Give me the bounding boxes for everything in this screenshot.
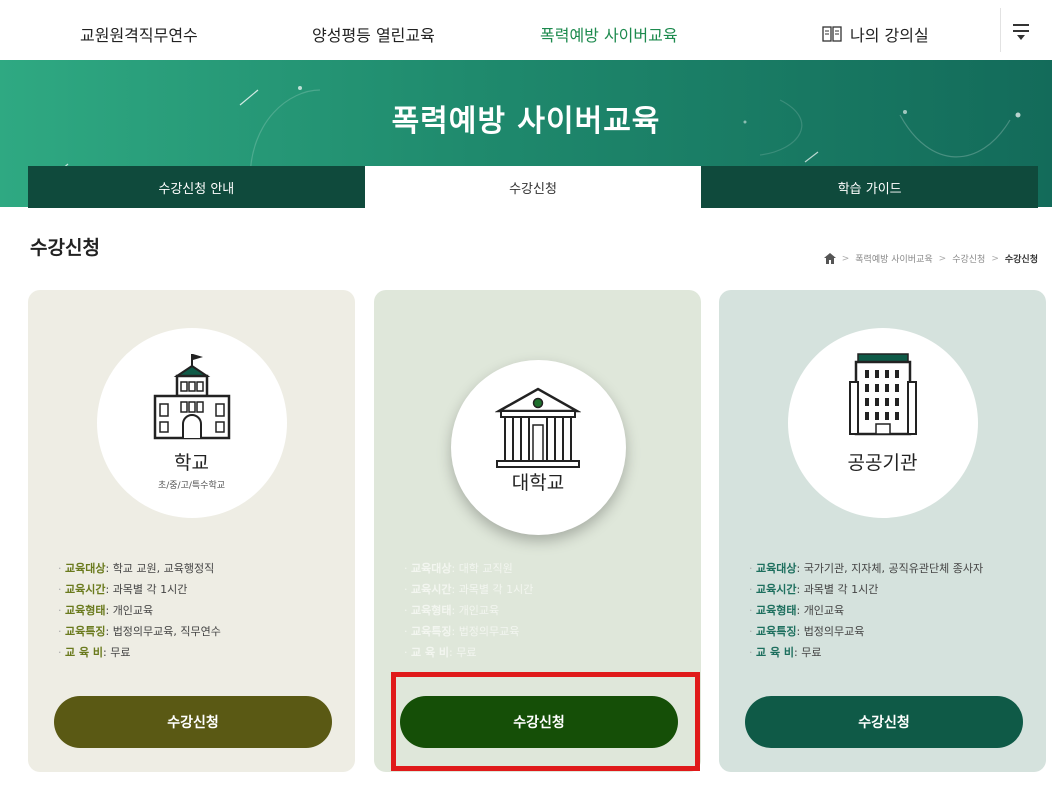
- info-row: 교육특징법정의무교육: [404, 621, 533, 642]
- info-row: 교육특징법정의무교육: [749, 621, 983, 642]
- nav-teacher-training[interactable]: 교원원격직무연수: [80, 22, 198, 46]
- info-row: 교육시간과목별 각 1시간: [749, 579, 983, 600]
- card-circle: 공공기관: [787, 328, 978, 518]
- info-label: 교육형태: [749, 600, 796, 621]
- info-label: 교육형태: [404, 600, 451, 621]
- info-value: 개인교육: [451, 600, 499, 621]
- card-info-list: 교육대상학교 교원, 교육행정직 교육시간과목별 각 1시간 교육형태개인교육 …: [58, 558, 221, 663]
- book-icon: [822, 26, 842, 42]
- card-info-list: 교육대상대학 교직원 교육시간과목별 각 1시간 교육형태개인교육 교육특징법정…: [404, 558, 533, 663]
- enroll-button-public[interactable]: 수강신청: [745, 696, 1023, 748]
- info-value: 대학 교직원: [451, 558, 513, 579]
- info-value: 학교 교원, 교육행정직: [105, 558, 215, 579]
- card-name: 대학교: [511, 472, 565, 494]
- info-label: 교 육 비: [58, 642, 103, 663]
- info-row: 교육형태개인교육: [58, 600, 221, 621]
- breadcrumb-separator: >: [938, 253, 947, 264]
- info-value: 과목별 각 1시간: [105, 579, 188, 600]
- breadcrumb-current: 수강신청: [1004, 255, 1038, 265]
- info-row: 교육특징법정의무교육, 직무연수: [58, 621, 221, 642]
- school-building-icon: [153, 354, 230, 440]
- banner-title: 폭력예방 사이버교육: [391, 104, 661, 139]
- info-value: 법정의무교육: [451, 621, 520, 642]
- card-circle: 학교 초/중/고/특수학교: [96, 328, 287, 518]
- nav-divider: [1000, 8, 1001, 52]
- info-row: 교육시간과목별 각 1시간: [404, 579, 533, 600]
- menu-icon[interactable]: [1006, 16, 1036, 46]
- info-label: 교육대상: [58, 558, 105, 579]
- page-title: 수강신청: [30, 237, 100, 259]
- info-value: 무료: [794, 642, 821, 663]
- info-value: 개인교육: [796, 600, 844, 621]
- info-row: 교육대상대학 교직원: [404, 558, 533, 579]
- sub-tabs: 수강신청 안내 수강신청 학습 가이드: [28, 166, 1039, 208]
- info-row: 교육대상국가기관, 지자체, 공직유관단체 종사자: [749, 558, 983, 579]
- info-label: 교육시간: [749, 579, 796, 600]
- breadcrumb-separator: >: [841, 253, 850, 264]
- card-school: 학교 초/중/고/특수학교 교육대상학교 교원, 교육행정직 교육시간과목별 각…: [28, 290, 355, 772]
- info-row: 교육대상학교 교원, 교육행정직: [58, 558, 221, 579]
- info-row: 교육형태개인교육: [749, 600, 983, 621]
- breadcrumb-item[interactable]: 폭력예방 사이버교육: [855, 252, 932, 265]
- top-navigation: 교원원격직무연수 양성평등 열린교육 폭력예방 사이버교육 나의 강의실: [0, 0, 1052, 60]
- enroll-button-university[interactable]: 수강신청: [400, 696, 678, 748]
- card-subtitle: 초/중/고/특수학교: [157, 481, 226, 491]
- info-label: 교육시간: [404, 579, 451, 600]
- card-public-institution: 공공기관 교육대상국가기관, 지자체, 공직유관단체 종사자 교육시간과목별 각…: [719, 290, 1046, 772]
- info-value: 무료: [449, 642, 476, 663]
- info-value: 국가기관, 지자체, 공직유관단체 종사자: [796, 558, 983, 579]
- enroll-button-school[interactable]: 수강신청: [54, 696, 332, 748]
- breadcrumb-item[interactable]: 수강신청: [952, 252, 985, 265]
- info-value: 과목별 각 1시간: [796, 579, 879, 600]
- info-label: 교육특징: [58, 621, 105, 642]
- card-university: 대학교 교육대상대학 교직원 교육시간과목별 각 1시간 교육형태개인교육 교육…: [374, 290, 701, 772]
- nav-gender-equality[interactable]: 양성평등 열린교육: [312, 22, 435, 46]
- info-label: 교육특징: [749, 621, 796, 642]
- breadcrumb: > 폭력예방 사이버교육 > 수강신청 > 수강신청: [823, 252, 1038, 265]
- tab-enrollment-guide[interactable]: 수강신청 안내: [28, 166, 365, 208]
- card-info-list: 교육대상국가기관, 지자체, 공직유관단체 종사자 교육시간과목별 각 1시간 …: [749, 558, 983, 663]
- breadcrumb-separator: >: [991, 253, 999, 264]
- info-label: 교 육 비: [749, 642, 794, 663]
- info-value: 개인교육: [105, 600, 153, 621]
- nav-my-classroom[interactable]: 나의 강의실: [822, 22, 929, 46]
- card-name: 학교: [174, 452, 209, 474]
- info-row: 교육형태개인교육: [404, 600, 533, 621]
- info-value: 과목별 각 1시간: [451, 579, 534, 600]
- info-value: 법정의무교육, 직무연수: [105, 621, 221, 642]
- nav-violence-prevention[interactable]: 폭력예방 사이버교육: [540, 22, 678, 46]
- home-icon[interactable]: [823, 253, 836, 264]
- info-label: 교 육 비: [404, 642, 449, 663]
- office-building-icon: [848, 353, 917, 436]
- info-label: 교육형태: [58, 600, 105, 621]
- card-circle: 대학교: [450, 360, 626, 535]
- info-label: 교육시간: [58, 579, 105, 600]
- tab-learning-guide[interactable]: 학습 가이드: [701, 166, 1039, 208]
- tab-enrollment[interactable]: 수강신청: [364, 166, 702, 208]
- my-classroom-label: 나의 강의실: [850, 26, 929, 45]
- info-label: 교육특징: [404, 621, 451, 642]
- info-label: 교육대상: [404, 558, 451, 579]
- info-value: 무료: [103, 642, 130, 663]
- info-row: 교육시간과목별 각 1시간: [58, 579, 221, 600]
- info-row: 교 육 비무료: [404, 642, 533, 663]
- info-value: 법정의무교육: [796, 621, 865, 642]
- card-name: 공공기관: [847, 452, 918, 474]
- info-label: 교육대상: [749, 558, 796, 579]
- info-row: 교 육 비무료: [749, 642, 983, 663]
- university-building-icon: [495, 387, 581, 468]
- info-row: 교 육 비무료: [58, 642, 221, 663]
